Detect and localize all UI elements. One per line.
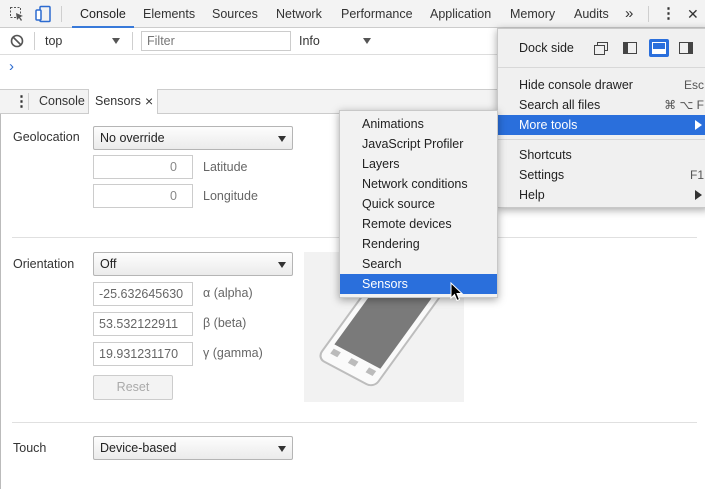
geolocation-select-value: No override — [100, 131, 165, 145]
menu-item-settings[interactable]: Settings F1 — [498, 165, 705, 185]
dock-right-icon[interactable] — [679, 42, 693, 57]
tab-elements[interactable]: Elements — [143, 0, 195, 28]
undock-icon[interactable] — [594, 42, 608, 58]
tab-audits[interactable]: Audits — [574, 0, 609, 28]
menu-item-javascript-profiler[interactable]: JavaScript Profiler — [340, 134, 497, 154]
tab-memory[interactable]: Memory — [510, 0, 555, 28]
orientation-label: Orientation — [13, 257, 75, 271]
clear-console-icon[interactable] — [10, 34, 24, 48]
menu-item-help[interactable]: Help — [498, 185, 705, 205]
mouse-cursor-icon — [450, 281, 464, 305]
customize-menu-icon[interactable]: ⋮ — [661, 0, 676, 28]
touch-label: Touch — [13, 441, 47, 455]
context-selector[interactable]: top — [45, 34, 62, 48]
dock-bottom-icon[interactable] — [649, 39, 669, 57]
menu-item-quick-source[interactable]: Quick source — [340, 194, 497, 214]
menu-item-shortcuts[interactable]: Shortcuts — [498, 145, 705, 165]
beta-label: β (beta) — [203, 316, 247, 330]
more-tabs-icon[interactable]: » — [625, 0, 633, 28]
tab-application[interactable]: Application — [430, 0, 491, 28]
drawer-tab-sensors[interactable]: Sensors × — [88, 89, 158, 114]
gamma-input[interactable]: 19.931231170 — [93, 342, 193, 366]
menu-item-search[interactable]: Search — [340, 254, 497, 274]
dock-side-label: Dock side — [519, 41, 574, 55]
close-tab-icon[interactable]: × — [145, 89, 153, 113]
dock-left-icon[interactable] — [623, 42, 637, 57]
log-level-dropdown-icon — [363, 38, 371, 44]
menu-item-more-tools[interactable]: More tools — [498, 115, 705, 135]
drawer-tab-sensors-label: Sensors — [95, 94, 141, 108]
alpha-input[interactable]: -25.632645630 — [93, 282, 193, 306]
chevron-down-icon — [278, 136, 286, 142]
orientation-select[interactable]: Off — [93, 252, 293, 276]
more-tools-menu: Animations JavaScript Profiler Layers Ne… — [339, 110, 498, 298]
menu-item-network-conditions[interactable]: Network conditions — [340, 174, 497, 194]
menu-item-search-all-files[interactable]: Search all files ⌘ ⌥ F — [498, 95, 705, 115]
menu-item-sensors[interactable]: Sensors — [340, 274, 497, 294]
device-toolbar-icon[interactable] — [34, 5, 52, 23]
tab-sources[interactable]: Sources — [212, 0, 258, 28]
geolocation-select[interactable]: No override — [93, 126, 293, 150]
inspect-element-icon[interactable] — [9, 6, 25, 22]
close-icon[interactable]: ✕ — [687, 0, 699, 28]
latitude-label: Latitude — [203, 160, 248, 174]
touch-select[interactable]: Device-based — [93, 436, 293, 460]
alpha-label: α (alpha) — [203, 286, 253, 300]
gamma-label: γ (gamma) — [203, 346, 263, 360]
filter-input[interactable] — [141, 31, 291, 51]
console-prompt[interactable]: › — [9, 58, 14, 75]
tab-network[interactable]: Network — [276, 0, 322, 28]
log-level-selector[interactable]: Info — [299, 34, 320, 48]
tab-performance[interactable]: Performance — [341, 0, 413, 28]
reset-button[interactable]: Reset — [93, 375, 173, 400]
main-toolbar: Console Elements Sources Network Perform… — [0, 0, 705, 28]
section-divider — [12, 422, 697, 423]
chevron-down-icon — [278, 262, 286, 268]
geolocation-label: Geolocation — [13, 130, 80, 144]
chevron-down-icon — [278, 446, 286, 452]
drawer-tab-console[interactable]: Console — [39, 89, 85, 114]
context-dropdown-icon — [112, 38, 120, 44]
menu-item-hide-console-drawer[interactable]: Hide console drawer Esc — [498, 75, 705, 95]
drawer-menu-icon[interactable]: ⋮ — [14, 92, 29, 110]
menu-item-rendering[interactable]: Rendering — [340, 234, 497, 254]
latitude-input[interactable]: 0 — [93, 155, 193, 179]
menu-item-animations[interactable]: Animations — [340, 114, 497, 134]
submenu-arrow-icon — [695, 190, 702, 200]
longitude-label: Longitude — [203, 189, 258, 203]
longitude-input[interactable]: 0 — [93, 184, 193, 208]
submenu-arrow-icon — [695, 120, 702, 130]
menu-item-remote-devices[interactable]: Remote devices — [340, 214, 497, 234]
tab-console[interactable]: Console — [72, 0, 134, 28]
main-menu: Dock side Hide console drawer Esc Search… — [497, 28, 705, 208]
beta-input[interactable]: 53.532122911 — [93, 312, 193, 336]
menu-item-layers[interactable]: Layers — [340, 154, 497, 174]
touch-select-value: Device-based — [100, 441, 177, 455]
orientation-select-value: Off — [100, 257, 117, 271]
